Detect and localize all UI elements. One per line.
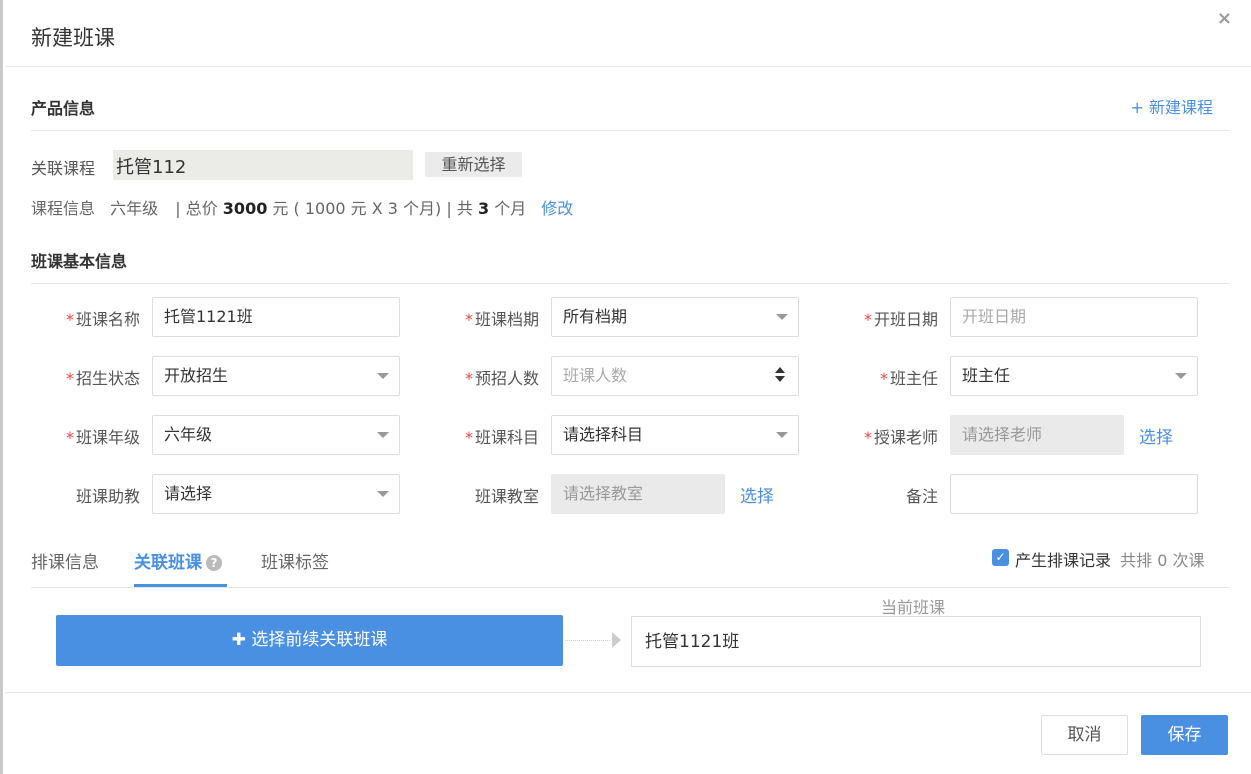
select-previous-class-button[interactable]: ✚ 选择前续关联班课 [56, 615, 563, 666]
enroll-status-value: 开放招生 [164, 366, 229, 385]
modal-header: 新建班课 × [6, 0, 1251, 67]
schedule-count: 共排 0 次课 [1120, 551, 1205, 570]
classroom-input[interactable]: 请选择教室 [551, 474, 725, 514]
assistant-select[interactable]: 请选择 [152, 474, 400, 514]
arrow-right-icon [612, 632, 621, 648]
basic-section-title: 班课基本信息 [31, 252, 128, 271]
select-teacher-link[interactable]: 选择 [1139, 423, 1173, 448]
grade-select[interactable]: 六年级 [152, 415, 400, 455]
new-course-link[interactable]: + 新建课程 [1131, 94, 1214, 118]
enroll-status-label: * 招生状态 [65, 369, 140, 388]
linked-course-label: 关联课程 [31, 159, 96, 178]
class-name-label: * 班课名称 [65, 310, 140, 329]
planned-count-placeholder: 班课人数 [563, 366, 628, 385]
planned-count-input[interactable]: 班课人数 [551, 356, 799, 396]
tab-linked-class-label: 关联班课 [134, 553, 202, 573]
chevron-down-icon [377, 373, 389, 379]
start-date-input[interactable]: 开班日期 [950, 297, 1198, 337]
grade-value: 六年级 [164, 425, 213, 444]
teacher-label: * 授课老师 [863, 428, 938, 447]
product-section-title: 产品信息 [31, 99, 96, 118]
current-class-box: 托管1121班 [631, 616, 1201, 667]
divider [31, 283, 1229, 284]
course-info-label: 课程信息 [31, 199, 96, 218]
save-button[interactable]: 保存 [1141, 715, 1228, 755]
assistant-value: 请选择 [164, 484, 213, 503]
divider [31, 130, 1229, 131]
assistant-label: 班课助教 [75, 487, 140, 506]
tab-linked-class[interactable]: 关联班课? [134, 548, 222, 573]
total-detail: 元 ( 1000 元 X 3 个月) | 共 [272, 199, 473, 218]
remark-label: 备注 [905, 487, 938, 506]
subject-label: * 班课科目 [464, 428, 539, 447]
divider [31, 587, 1229, 588]
help-icon[interactable]: ? [206, 555, 222, 571]
subject-select[interactable]: 请选择科目 [551, 415, 799, 455]
tab-class-tags[interactable]: 班课标签 [261, 548, 329, 573]
schedule-record-checkbox[interactable]: ✓ [992, 549, 1009, 566]
class-name-input[interactable]: 托管1121班 [152, 297, 400, 337]
subject-value: 请选择科目 [563, 425, 644, 444]
chevron-down-icon [776, 314, 788, 320]
close-icon[interactable]: × [1217, 8, 1232, 29]
enroll-status-select[interactable]: 开放招生 [152, 356, 400, 396]
select-classroom-link[interactable]: 选择 [740, 482, 774, 507]
chevron-down-icon [776, 432, 788, 438]
connector-line [565, 640, 610, 641]
new-class-modal: 新建班课 × 产品信息 + 新建课程 关联课程 托管112 重新选择 课程信息 … [0, 0, 1251, 774]
number-spinner-icon[interactable] [774, 366, 786, 386]
edit-course-link[interactable]: 修改 [541, 199, 573, 218]
term-value: 所有档期 [563, 307, 628, 326]
term-label: * 班课档期 [464, 310, 539, 329]
remark-input[interactable] [950, 474, 1198, 514]
total-prefix: | 总价 [175, 199, 218, 218]
months-count: 3 [477, 199, 490, 218]
term-select[interactable]: 所有档期 [551, 297, 799, 337]
current-class-caption: 当前班课 [881, 598, 946, 617]
start-date-label: * 开班日期 [863, 310, 938, 329]
schedule-record-text: 产生排课记录 共排 0 次课 [1015, 547, 1204, 571]
tab-schedule-info[interactable]: 排课信息 [31, 548, 99, 573]
head-teacher-value: 班主任 [962, 366, 1011, 385]
linked-course-field: 托管112 [113, 150, 413, 180]
chevron-down-icon [377, 432, 389, 438]
head-teacher-select[interactable]: 班主任 [950, 356, 1198, 396]
months-unit: 个月 [494, 199, 527, 218]
modal-title: 新建班课 [31, 26, 115, 50]
cancel-button[interactable]: 取消 [1041, 715, 1128, 755]
classroom-label: 班课教室 [474, 487, 539, 506]
schedule-record-label: 产生排课记录 [1015, 551, 1112, 570]
chevron-down-icon [377, 491, 389, 497]
grade-label: * 班课年级 [65, 428, 140, 447]
total-amount: 3000 [222, 199, 268, 218]
head-teacher-label: * 班主任 [879, 369, 938, 388]
planned-count-label: * 预招人数 [464, 369, 539, 388]
course-info-line: 课程信息 六年级 | 总价 3000 元 ( 1000 元 X 3 个月) | … [31, 195, 573, 219]
teacher-input[interactable]: 请选择老师 [950, 415, 1124, 455]
footer-divider [6, 692, 1251, 693]
chevron-down-icon [1175, 373, 1187, 379]
course-grade: 六年级 [110, 199, 159, 218]
reselect-button[interactable]: 重新选择 [425, 152, 522, 177]
